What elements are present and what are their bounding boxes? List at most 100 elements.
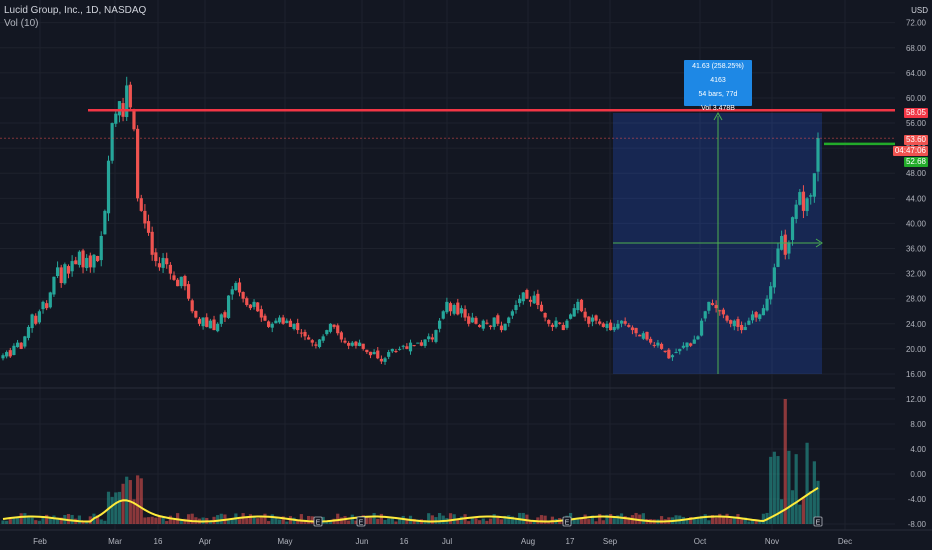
candle-body xyxy=(256,302,260,312)
candle-body xyxy=(81,250,85,268)
candle-body xyxy=(117,101,122,116)
volume-bar xyxy=(772,451,776,524)
candle-body xyxy=(136,128,140,199)
volume-bar xyxy=(794,454,798,524)
volume-tick-label: -4.00 xyxy=(908,495,927,504)
volume-bar xyxy=(216,515,220,524)
volume-indicator-label[interactable]: Vol (10) xyxy=(4,18,38,29)
candle-body xyxy=(376,350,380,359)
candle-body xyxy=(292,323,296,329)
candle-body xyxy=(245,298,249,305)
earnings-marker-label: E xyxy=(816,520,821,527)
volume-bar xyxy=(387,518,391,524)
candle-body xyxy=(95,255,100,262)
candle-body xyxy=(769,286,773,300)
candle-body xyxy=(692,339,696,344)
candle-body xyxy=(601,323,605,327)
candle-body xyxy=(794,204,798,219)
candle-body xyxy=(536,293,540,305)
candle-body xyxy=(619,320,624,324)
candle-body xyxy=(165,258,169,265)
candle-body xyxy=(725,315,729,321)
volume-bar xyxy=(379,513,383,524)
volume-bar xyxy=(263,513,267,524)
candle-body xyxy=(55,267,60,277)
candle-body xyxy=(219,314,223,324)
candle-body xyxy=(721,309,726,315)
candle-body xyxy=(514,304,518,311)
candle-body xyxy=(528,299,533,302)
candle-body xyxy=(488,325,493,327)
candle-body xyxy=(474,317,478,324)
price-tick-label: 16.00 xyxy=(906,370,927,379)
volume-tick-label: 8.00 xyxy=(910,420,926,429)
candle-body xyxy=(230,289,234,295)
candle-body xyxy=(361,343,365,349)
candle-body xyxy=(263,315,267,321)
price-tick-label: 64.00 xyxy=(906,69,927,78)
candle-body xyxy=(438,320,442,329)
candle-body xyxy=(143,210,147,224)
volume-bar xyxy=(441,515,445,524)
price-tick-label: 44.00 xyxy=(906,194,927,203)
candle-body xyxy=(223,312,227,318)
candle-body xyxy=(70,261,74,272)
candle-body xyxy=(634,327,638,334)
candle-body xyxy=(325,330,329,335)
candle-body xyxy=(659,343,664,349)
candle-body xyxy=(201,317,205,327)
time-tick-label: 17 xyxy=(566,537,575,546)
candle-body xyxy=(12,345,16,356)
candle-body xyxy=(125,85,129,118)
candle-body xyxy=(765,298,769,311)
candle-body xyxy=(645,331,649,340)
candle-body xyxy=(350,342,354,346)
volume-bar xyxy=(707,520,711,524)
candle-body xyxy=(434,330,438,342)
candle-body xyxy=(77,251,82,265)
candle-body xyxy=(754,312,758,318)
volume-bar xyxy=(136,475,140,524)
candle-body xyxy=(478,325,482,327)
candle-body xyxy=(674,352,678,354)
volume-bar xyxy=(30,517,34,524)
volume-bar xyxy=(587,519,591,524)
candle-body xyxy=(106,160,111,214)
candle-body xyxy=(8,350,12,357)
candle-body xyxy=(172,275,176,280)
volume-bar xyxy=(467,521,471,524)
volume-bar xyxy=(146,517,151,524)
volume-bar xyxy=(307,515,311,524)
candle-body xyxy=(30,314,34,329)
candle-body xyxy=(710,303,715,305)
candle-body xyxy=(401,345,405,347)
volume-bar xyxy=(507,515,511,524)
candle-body xyxy=(787,242,791,254)
candle-body xyxy=(248,304,253,309)
volume-bar xyxy=(383,520,387,524)
candle-body xyxy=(430,337,434,340)
candle-body xyxy=(317,339,322,348)
candle-body xyxy=(521,292,525,302)
candle-body xyxy=(707,301,711,311)
candle-body xyxy=(492,317,496,327)
candle-body xyxy=(507,317,511,324)
candle-body xyxy=(565,320,569,328)
candle-body xyxy=(605,323,609,328)
volume-bar xyxy=(277,519,282,524)
candle-body xyxy=(179,276,183,287)
candle-body xyxy=(568,314,573,319)
volume-bar xyxy=(405,520,409,524)
volume-tick-label: -8.00 xyxy=(908,520,927,529)
last-price-tag: 53.60 xyxy=(903,135,928,145)
candle-body xyxy=(237,282,242,293)
volume-bar xyxy=(165,521,169,524)
time-tick-label: Jul xyxy=(442,537,452,546)
candle-body xyxy=(703,311,707,319)
target-price-tag: 52.68 xyxy=(903,157,928,167)
volume-bar xyxy=(372,513,376,524)
price-tick-label: 68.00 xyxy=(906,44,927,53)
candle-body xyxy=(649,338,653,343)
candle-body xyxy=(74,260,78,265)
candle-body xyxy=(543,312,547,318)
